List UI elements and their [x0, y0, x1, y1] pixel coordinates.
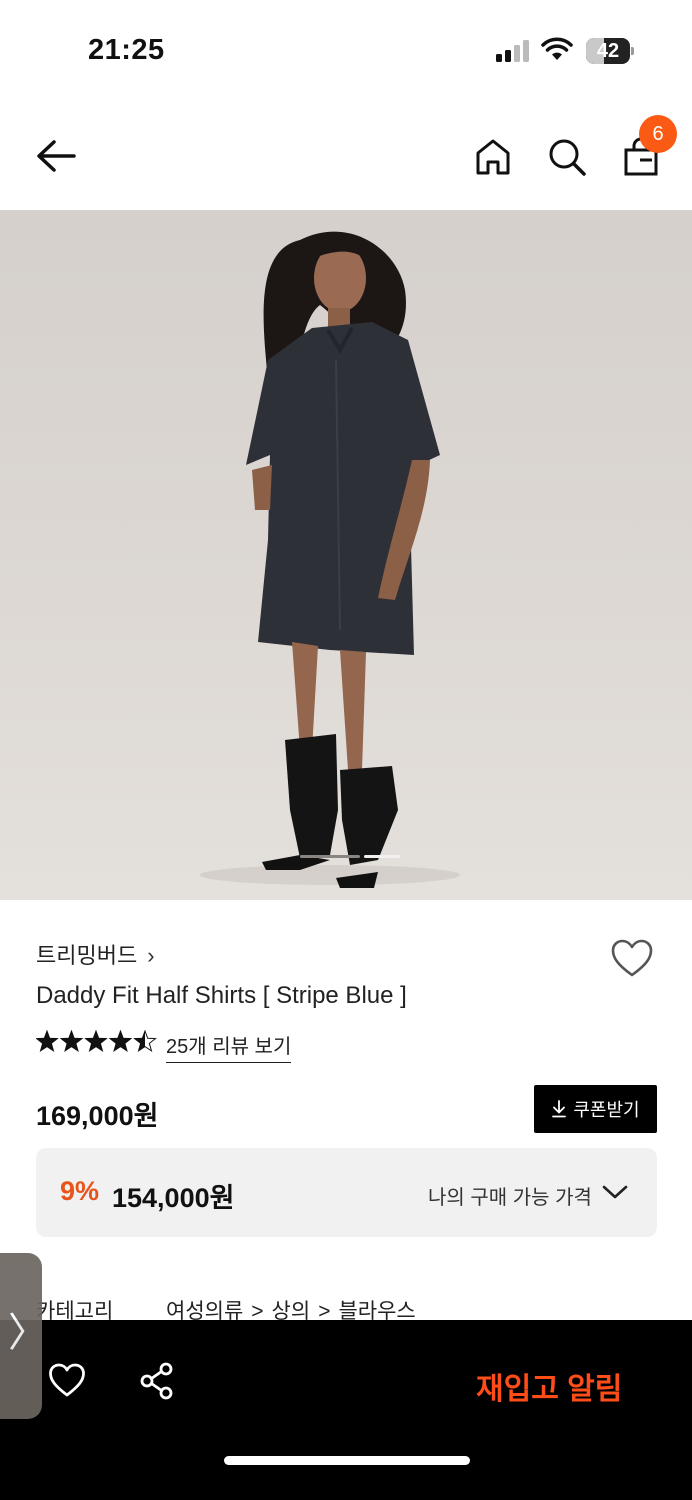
- pagination-dot: [364, 855, 400, 858]
- home-icon[interactable]: [472, 136, 514, 178]
- original-price: 169,000원: [36, 1101, 159, 1131]
- product-image[interactable]: [0, 210, 692, 900]
- star-icon: [108, 1030, 133, 1053]
- sale-price: 154,000원: [112, 1183, 235, 1213]
- battery-icon: 42: [586, 38, 634, 64]
- review-link[interactable]: 25개 리뷰 보기: [166, 1030, 292, 1063]
- status-bar: 21:25 42: [0, 0, 692, 100]
- coupon-button[interactable]: 쿠폰받기: [534, 1085, 657, 1133]
- product-title: Daddy Fit Half Shirts [ Stripe Blue ]: [36, 982, 407, 1009]
- my-price-label: 나의 구매 가능 가격: [428, 1187, 592, 1209]
- discount-rate: 9%: [60, 1176, 100, 1206]
- model-photo: [200, 231, 460, 888]
- share-icon[interactable]: [138, 1362, 176, 1400]
- star-rating: [36, 1030, 157, 1053]
- star-icon: [59, 1030, 84, 1053]
- home-indicator: [224, 1456, 470, 1465]
- cart-count-badge: 6: [639, 115, 677, 153]
- restock-alert-button[interactable]: 재입고 알림: [476, 1364, 622, 1408]
- coupon-button-label: 쿠폰받기: [573, 1100, 640, 1120]
- battery-percent: 42: [596, 40, 620, 62]
- brand-name: 트리밍버드: [36, 943, 138, 968]
- cellular-signal-icon: [496, 40, 529, 62]
- star-icon: [36, 1030, 59, 1053]
- brand-link[interactable]: 트리밍버드 ›: [36, 938, 155, 970]
- star-icon: [84, 1030, 108, 1053]
- chevron-right-icon: 〉: [8, 1311, 48, 1355]
- chevron-right-icon: ›: [147, 943, 155, 968]
- heart-outline-icon[interactable]: [610, 938, 654, 978]
- status-time: 21:25: [88, 34, 165, 66]
- top-navigation-bar: [0, 100, 692, 210]
- chevron-down-icon: [602, 1185, 628, 1199]
- image-pagination: [300, 855, 400, 859]
- heart-outline-icon[interactable]: [48, 1362, 86, 1398]
- side-drawer-tab[interactable]: 〉: [0, 1253, 48, 1419]
- search-icon[interactable]: [546, 136, 588, 178]
- pagination-dot-active: [300, 855, 360, 858]
- my-price-box[interactable]: 9% 154,000원 나의 구매 가능 가격: [36, 1148, 657, 1237]
- wifi-icon: [541, 37, 573, 60]
- star-icon: [133, 1030, 157, 1053]
- arrow-left-icon[interactable]: [34, 136, 78, 176]
- download-icon: [552, 1100, 567, 1118]
- bottom-action-bar: 재입고 알림: [0, 1320, 692, 1500]
